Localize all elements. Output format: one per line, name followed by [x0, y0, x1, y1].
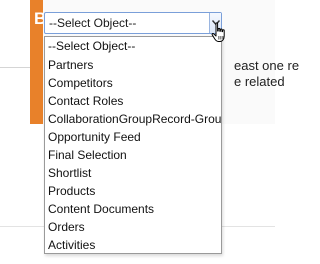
dropdown-option[interactable]: CollaborationGroupRecord-Group — [45, 110, 221, 128]
dropdown-option[interactable]: Opportunity Feed — [45, 128, 221, 146]
object-dropdown-list[interactable]: --Select Object-- Partners Competitors Cont… — [44, 36, 222, 254]
divider-line — [0, 67, 30, 68]
dropdown-option[interactable]: Final Selection — [45, 146, 221, 164]
instruction-text-line-1: east one re — [234, 58, 300, 73]
object-select[interactable]: --Select Object-- — [44, 12, 222, 34]
dropdown-option[interactable]: Orders — [45, 218, 221, 236]
dropdown-option[interactable]: --Select Object-- — [45, 37, 221, 56]
dropdown-option[interactable]: Shortlist — [45, 164, 221, 182]
dropdown-option[interactable]: Content Documents — [45, 200, 221, 218]
dropdown-option[interactable]: Partners — [45, 56, 221, 74]
instruction-text-line-2: e related — [234, 74, 285, 89]
dropdown-option[interactable]: Activities — [45, 236, 221, 254]
hand-pointer-icon — [211, 22, 225, 42]
object-select-value: --Select Object-- — [49, 16, 137, 30]
dropdown-option[interactable]: Products — [45, 182, 221, 200]
dropdown-option[interactable]: Competitors — [45, 74, 221, 92]
dropdown-option[interactable]: Contact Roles — [45, 92, 221, 110]
